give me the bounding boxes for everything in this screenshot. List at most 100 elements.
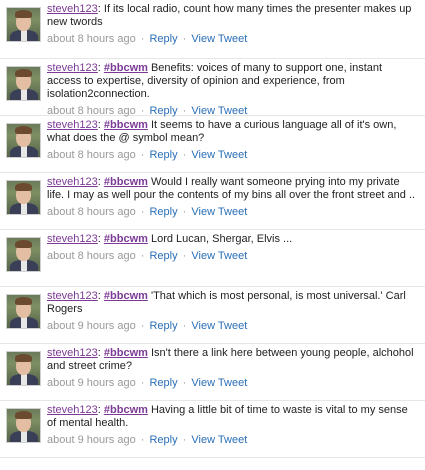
meta-separator: · xyxy=(182,434,187,446)
tweet-text: steveh123: #bbcwm Having a little bit of… xyxy=(47,404,417,430)
tweet-content: steveh123: #bbcwm 'That which is most pe… xyxy=(47,290,417,333)
tweet-content: steveh123: #bbcwm Benefits: voices of ma… xyxy=(47,62,417,118)
username-link[interactable]: steveh123 xyxy=(47,233,98,245)
meta-separator: · xyxy=(140,320,145,332)
reply-link[interactable]: Reply xyxy=(149,206,177,218)
tweet-body: Having a little bit of time to waste is … xyxy=(47,404,408,429)
tweet-text: steveh123: #bbcwm Benefits: voices of ma… xyxy=(47,62,417,101)
tweet-item: steveh123: #bbcwm 'That which is most pe… xyxy=(0,287,425,344)
hashtag-link[interactable]: #bbcwm xyxy=(104,290,148,302)
tweet-content: steveh123: #bbcwm Would I really want so… xyxy=(47,176,417,219)
meta-separator: · xyxy=(182,33,187,45)
view-tweet-link[interactable]: View Tweet xyxy=(191,377,247,389)
avatar[interactable] xyxy=(6,7,41,42)
meta-separator: · xyxy=(140,434,145,446)
avatar[interactable] xyxy=(6,237,41,272)
tweet-meta: about 9 hours ago · Reply · View Tweet xyxy=(47,377,417,390)
tweet-feed: steveh123: If its local radio, count how… xyxy=(0,0,425,458)
meta-separator: · xyxy=(182,377,187,389)
meta-separator: · xyxy=(182,320,187,332)
meta-separator: · xyxy=(140,206,145,218)
hashtag-link[interactable]: #bbcwm xyxy=(104,176,148,188)
username-link[interactable]: steveh123 xyxy=(47,3,98,15)
username-link[interactable]: steveh123 xyxy=(47,290,98,302)
tweet-text: steveh123: #bbcwm Would I really want so… xyxy=(47,176,417,202)
avatar[interactable] xyxy=(6,294,41,329)
tweet-content: steveh123: #bbcwm Isn't there a link her… xyxy=(47,347,417,390)
hashtag-link[interactable]: #bbcwm xyxy=(104,404,148,416)
avatar[interactable] xyxy=(6,351,41,386)
reply-link[interactable]: Reply xyxy=(149,33,177,45)
timestamp: about 8 hours ago xyxy=(47,206,136,218)
meta-separator: · xyxy=(182,206,187,218)
tweet-item: steveh123: #bbcwm Lord Lucan, Shergar, E… xyxy=(0,230,425,287)
avatar[interactable] xyxy=(6,408,41,443)
colon: : xyxy=(97,233,101,245)
tweet-content: steveh123: If its local radio, count how… xyxy=(47,3,417,46)
username-link[interactable]: steveh123 xyxy=(47,404,98,416)
tweet-item: steveh123: #bbcwm Would I really want so… xyxy=(0,173,425,230)
tweet-item: steveh123: #bbcwm Benefits: voices of ma… xyxy=(0,59,425,118)
meta-separator: · xyxy=(182,250,187,262)
tweet-meta: about 9 hours ago · Reply · View Tweet xyxy=(47,320,417,333)
tweet-meta: about 8 hours ago · Reply · View Tweet xyxy=(47,33,417,46)
tweet-content: steveh123: #bbcwm Having a little bit of… xyxy=(47,404,417,447)
view-tweet-link[interactable]: View Tweet xyxy=(191,320,247,332)
username-link[interactable]: steveh123 xyxy=(47,176,98,188)
tweet-body: Isn't there a link here between young pe… xyxy=(47,347,414,372)
tweet-item: steveh123: #bbcwm Having a little bit of… xyxy=(0,401,425,458)
meta-separator: · xyxy=(182,149,187,161)
hashtag-link[interactable]: #bbcwm xyxy=(104,233,148,245)
tweet-body: Lord Lucan, Shergar, Elvis ... xyxy=(147,233,293,245)
hashtag-link[interactable]: #bbcwm xyxy=(104,119,148,131)
reply-link[interactable]: Reply xyxy=(149,377,177,389)
timestamp: about 9 hours ago xyxy=(47,434,136,446)
meta-separator: · xyxy=(140,33,145,45)
view-tweet-link[interactable]: View Tweet xyxy=(191,33,247,45)
avatar[interactable] xyxy=(6,66,41,101)
colon: : xyxy=(97,404,101,416)
tweet-body: Would I really want someone prying into … xyxy=(47,176,416,201)
colon: : xyxy=(97,290,101,302)
meta-separator: · xyxy=(140,250,145,262)
username-link[interactable]: steveh123 xyxy=(47,119,98,131)
view-tweet-link[interactable]: View Tweet xyxy=(191,149,247,161)
tweet-meta: about 8 hours ago · Reply · View Tweet xyxy=(47,250,417,263)
timestamp: about 9 hours ago xyxy=(47,320,136,332)
colon: : xyxy=(97,62,101,74)
view-tweet-link[interactable]: View Tweet xyxy=(191,434,247,446)
tweet-item: steveh123: If its local radio, count how… xyxy=(0,0,425,59)
hashtag-link[interactable]: #bbcwm xyxy=(104,62,148,74)
timestamp: about 8 hours ago xyxy=(47,33,136,45)
tweet-meta: about 8 hours ago · Reply · View Tweet xyxy=(47,149,417,162)
tweet-content: steveh123: #bbcwm It seems to have a cur… xyxy=(47,119,417,162)
tweet-text: steveh123: #bbcwm Isn't there a link her… xyxy=(47,347,417,373)
tweet-text: steveh123: #bbcwm It seems to have a cur… xyxy=(47,119,417,145)
tweet-item: steveh123: #bbcwm It seems to have a cur… xyxy=(0,116,425,173)
tweet-meta: about 8 hours ago · Reply · View Tweet xyxy=(47,206,417,219)
colon: : xyxy=(97,176,101,188)
tweet-item: steveh123: #bbcwm Isn't there a link her… xyxy=(0,344,425,401)
reply-link[interactable]: Reply xyxy=(149,250,177,262)
hashtag-link[interactable]: #bbcwm xyxy=(104,347,148,359)
avatar[interactable] xyxy=(6,123,41,158)
tweet-content: steveh123: #bbcwm Lord Lucan, Shergar, E… xyxy=(47,233,417,263)
reply-link[interactable]: Reply xyxy=(149,434,177,446)
username-link[interactable]: steveh123 xyxy=(47,62,98,74)
meta-separator: · xyxy=(140,149,145,161)
timestamp: about 8 hours ago xyxy=(47,250,136,262)
reply-link[interactable]: Reply xyxy=(149,149,177,161)
meta-separator: · xyxy=(140,377,145,389)
username-link[interactable]: steveh123 xyxy=(47,347,98,359)
tweet-text: steveh123: #bbcwm Lord Lucan, Shergar, E… xyxy=(47,233,417,246)
reply-link[interactable]: Reply xyxy=(149,320,177,332)
view-tweet-link[interactable]: View Tweet xyxy=(191,250,247,262)
tweet-body: 'That which is most personal, is most un… xyxy=(47,290,406,315)
view-tweet-link[interactable]: View Tweet xyxy=(191,206,247,218)
timestamp: about 8 hours ago xyxy=(47,149,136,161)
avatar[interactable] xyxy=(6,180,41,215)
tweet-text: steveh123: #bbcwm 'That which is most pe… xyxy=(47,290,417,316)
colon: : xyxy=(97,119,101,131)
tweet-body: If its local radio, count how many times… xyxy=(47,3,412,28)
tweet-meta: about 9 hours ago · Reply · View Tweet xyxy=(47,434,417,447)
